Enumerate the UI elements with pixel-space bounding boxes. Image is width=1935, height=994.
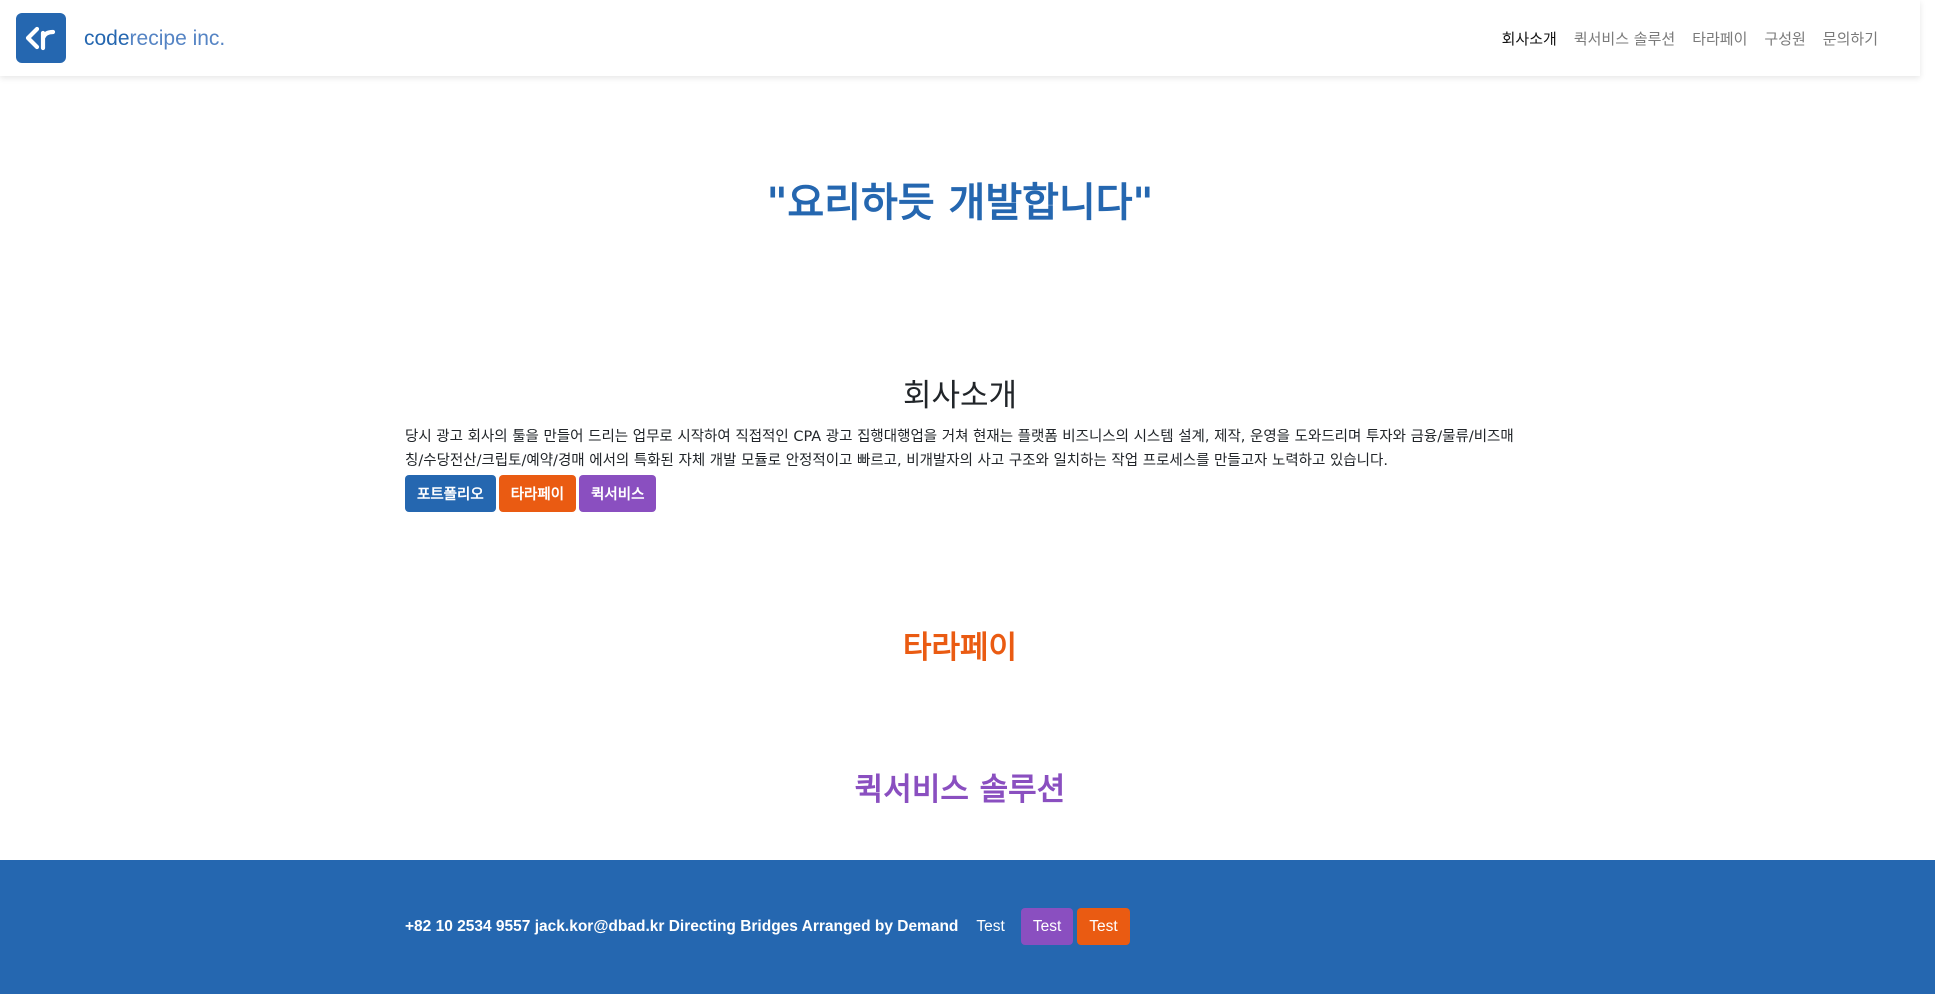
code-recipe-logo-icon	[16, 13, 66, 63]
nav-item-members[interactable]: 구성원	[1764, 28, 1805, 49]
tarapay-section-title: 타라페이	[902, 630, 1018, 666]
hero-title: "요리하듯 개발합니다"	[766, 180, 1154, 226]
brand-name: coderecipe inc.	[84, 28, 225, 49]
nav-item-contact[interactable]: 문의하기	[1823, 28, 1878, 49]
about-section: 회사소개 당시 광고 회사의 툴을 만들어 드리는 업무로 시작하여 직접적인 …	[405, 370, 1515, 512]
navbar: coderecipe inc. 회사소개 퀵서비스 솔루션 타라페이 구성원 문…	[0, 0, 1920, 76]
footer-test-link[interactable]: Test	[976, 918, 1004, 936]
brand[interactable]: coderecipe inc.	[16, 13, 225, 63]
footer-test-button-orange[interactable]: Test	[1077, 908, 1130, 945]
page: coderecipe inc. 회사소개 퀵서비스 솔루션 타라페이 구성원 문…	[0, 0, 1935, 994]
brand-name-light: recipe inc.	[129, 26, 226, 50]
about-button-row: 포트폴리오 타라페이 퀵서비스	[405, 475, 1515, 512]
about-text: 당시 광고 회사의 툴을 만들어 드리는 업무로 시작하여 직접적인 CPA 광…	[405, 429, 1514, 469]
portfolio-button[interactable]: 포트폴리오	[405, 475, 496, 512]
footer: +82 10 2534 9557 jack.kor@dbad.kr Direct…	[0, 860, 1935, 994]
quick-service-section-title: 퀵서비스 솔루션	[854, 772, 1066, 808]
footer-test-button-purple[interactable]: Test	[1020, 908, 1074, 945]
about-heading: 회사소개	[902, 378, 1018, 414]
footer-contact-info: +82 10 2534 9557 jack.kor@dbad.kr Direct…	[405, 917, 959, 935]
main-nav: 회사소개 퀵서비스 솔루션 타라페이 구성원 문의하기	[1485, 28, 1878, 49]
quick-service-button[interactable]: 퀵서비스	[579, 475, 657, 512]
footer-content: +82 10 2534 9557 jack.kor@dbad.kr Direct…	[405, 908, 1134, 945]
nav-item-tarapay[interactable]: 타라페이	[1692, 28, 1747, 49]
brand-name-bold: code	[84, 26, 130, 50]
nav-item-company[interactable]: 회사소개	[1502, 28, 1557, 49]
tarapay-button[interactable]: 타라페이	[498, 475, 577, 512]
nav-item-quick-service[interactable]: 퀵서비스 솔루션	[1574, 28, 1675, 49]
